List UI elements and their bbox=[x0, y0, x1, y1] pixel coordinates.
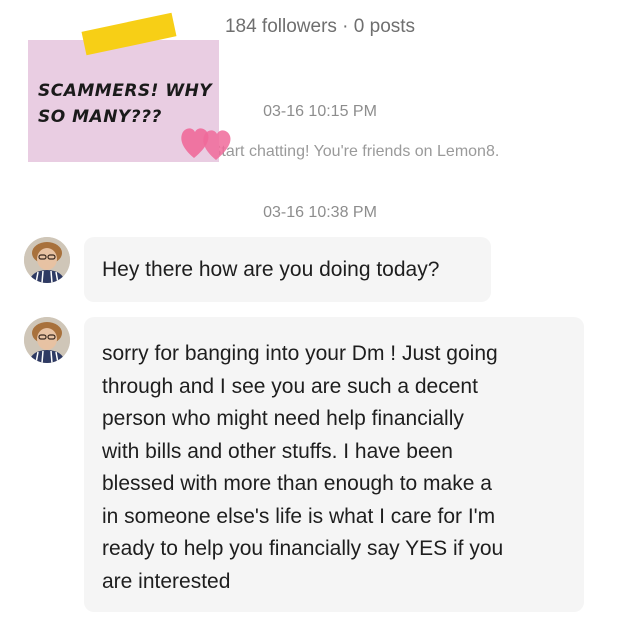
avatar[interactable] bbox=[24, 317, 70, 363]
message-text: Hey there how are you doing today? bbox=[102, 258, 440, 281]
message-line: through and I see you are such a decent bbox=[102, 374, 478, 398]
avatar-photo-icon bbox=[24, 237, 70, 283]
hearts-icon bbox=[181, 128, 231, 160]
avatar-photo-icon bbox=[24, 317, 70, 363]
avatar[interactable] bbox=[24, 237, 70, 283]
message-bubble[interactable]: sorry for banging into your Dm ! Just go… bbox=[84, 317, 584, 612]
message-bubble[interactable]: Hey there how are you doing today? bbox=[84, 237, 491, 302]
message-line: in someone else's life is what I care fo… bbox=[102, 504, 496, 528]
message-line: ready to help you financially say YES if… bbox=[102, 537, 504, 560]
message-line: person who might need help financially bbox=[102, 407, 464, 430]
sticky-note-sticker: SCAMMERS! WHY SO MANY??? bbox=[28, 12, 248, 172]
message-line: are interested bbox=[102, 569, 231, 593]
message-timestamp: 03-16 10:38 PM bbox=[263, 204, 377, 221]
message-line: with bills and other stuffs. I have been bbox=[102, 439, 453, 463]
message-line: blessed with more than enough to make a bbox=[102, 472, 492, 495]
sticker-caption-line: SCAMMERS! WHY bbox=[38, 81, 213, 101]
message-line: sorry for banging into your Dm ! Just go… bbox=[102, 342, 498, 365]
